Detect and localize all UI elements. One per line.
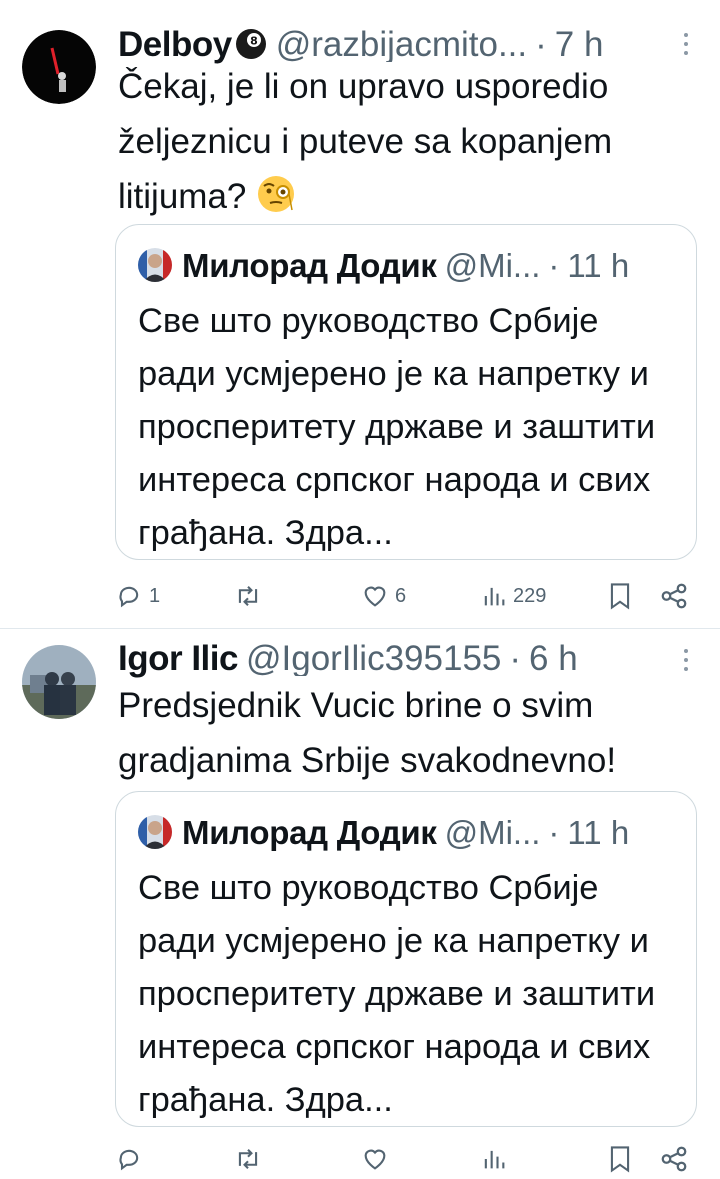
quoted-author-handle: @Mi... [444, 813, 541, 851]
views-icon [484, 587, 505, 606]
avatar-image [22, 30, 96, 104]
tweet-2[interactable]: Igor Ilic @IgorIlic395155 · 6 h Predsjed… [0, 629, 720, 1173]
tweet-actions: 1 6 229 [115, 576, 695, 616]
quoted-author-name: Милорад Додик [182, 246, 437, 284]
retweet-button[interactable] [233, 576, 269, 616]
quoted-tweet-text: Све што руководство Србије ради усмјерен… [138, 869, 656, 1119]
separator-dot: · [548, 813, 560, 851]
separator-dot: · [509, 638, 522, 678]
views-button[interactable] [481, 1139, 507, 1179]
more-options-icon[interactable] [676, 24, 696, 64]
quoted-timestamp: 11 h [567, 246, 630, 284]
quoted-tweet-text: Све што руководство Србије ради усмјерен… [138, 302, 656, 552]
share-button[interactable] [659, 576, 689, 616]
quoted-tweet[interactable]: Милорад Додик @Mi... · 11 h Све што руко… [115, 224, 697, 560]
avatar-igor-ilic[interactable] [22, 645, 96, 719]
avatar-image [138, 248, 172, 282]
reply-button[interactable]: 1 [115, 576, 160, 616]
retweet-button[interactable] [233, 1139, 263, 1179]
tweet-1[interactable]: Delboy 8 @razbijacmito... · 7 h Čekaj, j… [0, 0, 720, 628]
author-name[interactable]: Delboy [118, 27, 232, 62]
face-with-monocle-icon [258, 176, 295, 212]
tweet-text: Čekaj, je li on upravo usporedio željezn… [118, 59, 680, 224]
like-count: 6 [395, 584, 407, 607]
author-handle[interactable]: @IgorIlic395155 [246, 641, 501, 676]
reply-button[interactable] [115, 1139, 143, 1179]
author-name[interactable]: Igor Ilic [118, 641, 238, 676]
tweet-text: Predsjednik Vucic brine o svim gradjanim… [118, 686, 617, 780]
tweet-actions [115, 1139, 695, 1179]
view-count: 229 [513, 584, 547, 607]
timestamp[interactable]: 7 h [555, 27, 604, 62]
reply-icon [119, 586, 139, 608]
timestamp[interactable]: 6 h [529, 641, 578, 676]
8-ball-icon: 8 [235, 29, 266, 59]
quoted-tweet[interactable]: Милорад Додик @Mi... · 11 h Све што руко… [115, 791, 697, 1127]
quoted-timestamp: 11 h [567, 813, 630, 851]
share-icon [661, 1146, 687, 1172]
avatar-image [138, 815, 172, 849]
retweet-icon [238, 1149, 258, 1169]
tweet-header: Igor Ilic @IgorIlic395155 · 6 h [118, 632, 680, 684]
share-icon [661, 583, 687, 609]
like-button[interactable]: 6 [361, 576, 406, 616]
reply-count: 1 [149, 584, 161, 607]
bookmark-icon [610, 583, 630, 610]
quoted-avatar [138, 248, 172, 282]
heart-icon [364, 586, 386, 607]
quoted-tweet-header: Милорад Додик @Mi... · 11 h [138, 810, 676, 854]
avatar-delboy[interactable] [22, 30, 96, 104]
avatar-image [22, 645, 96, 719]
separator-dot: · [548, 246, 560, 284]
quoted-author-name: Милорад Додик [182, 813, 437, 851]
quoted-tweet-header: Милорад Додик @Mi... · 11 h [138, 243, 676, 287]
retweet-icon [238, 586, 258, 606]
quoted-author-handle: @Mi... [444, 246, 541, 284]
separator-dot: · [535, 24, 547, 64]
quoted-avatar [138, 815, 172, 849]
reply-icon [119, 1149, 139, 1171]
tweet-text-content: Čekaj, je li on upravo usporedio željezn… [118, 67, 613, 216]
svg-text:8: 8 [250, 35, 258, 48]
more-options-icon[interactable] [676, 640, 696, 680]
views-button[interactable]: 229 [481, 576, 546, 616]
like-button[interactable] [361, 1139, 389, 1179]
bookmark-icon [610, 1146, 630, 1173]
views-icon [484, 1150, 505, 1169]
bookmark-button[interactable] [607, 1139, 633, 1179]
share-button[interactable] [659, 1139, 689, 1179]
author-handle[interactable]: @razbijacmito... [276, 27, 527, 62]
bookmark-button[interactable] [607, 576, 633, 616]
heart-icon [364, 1149, 386, 1170]
